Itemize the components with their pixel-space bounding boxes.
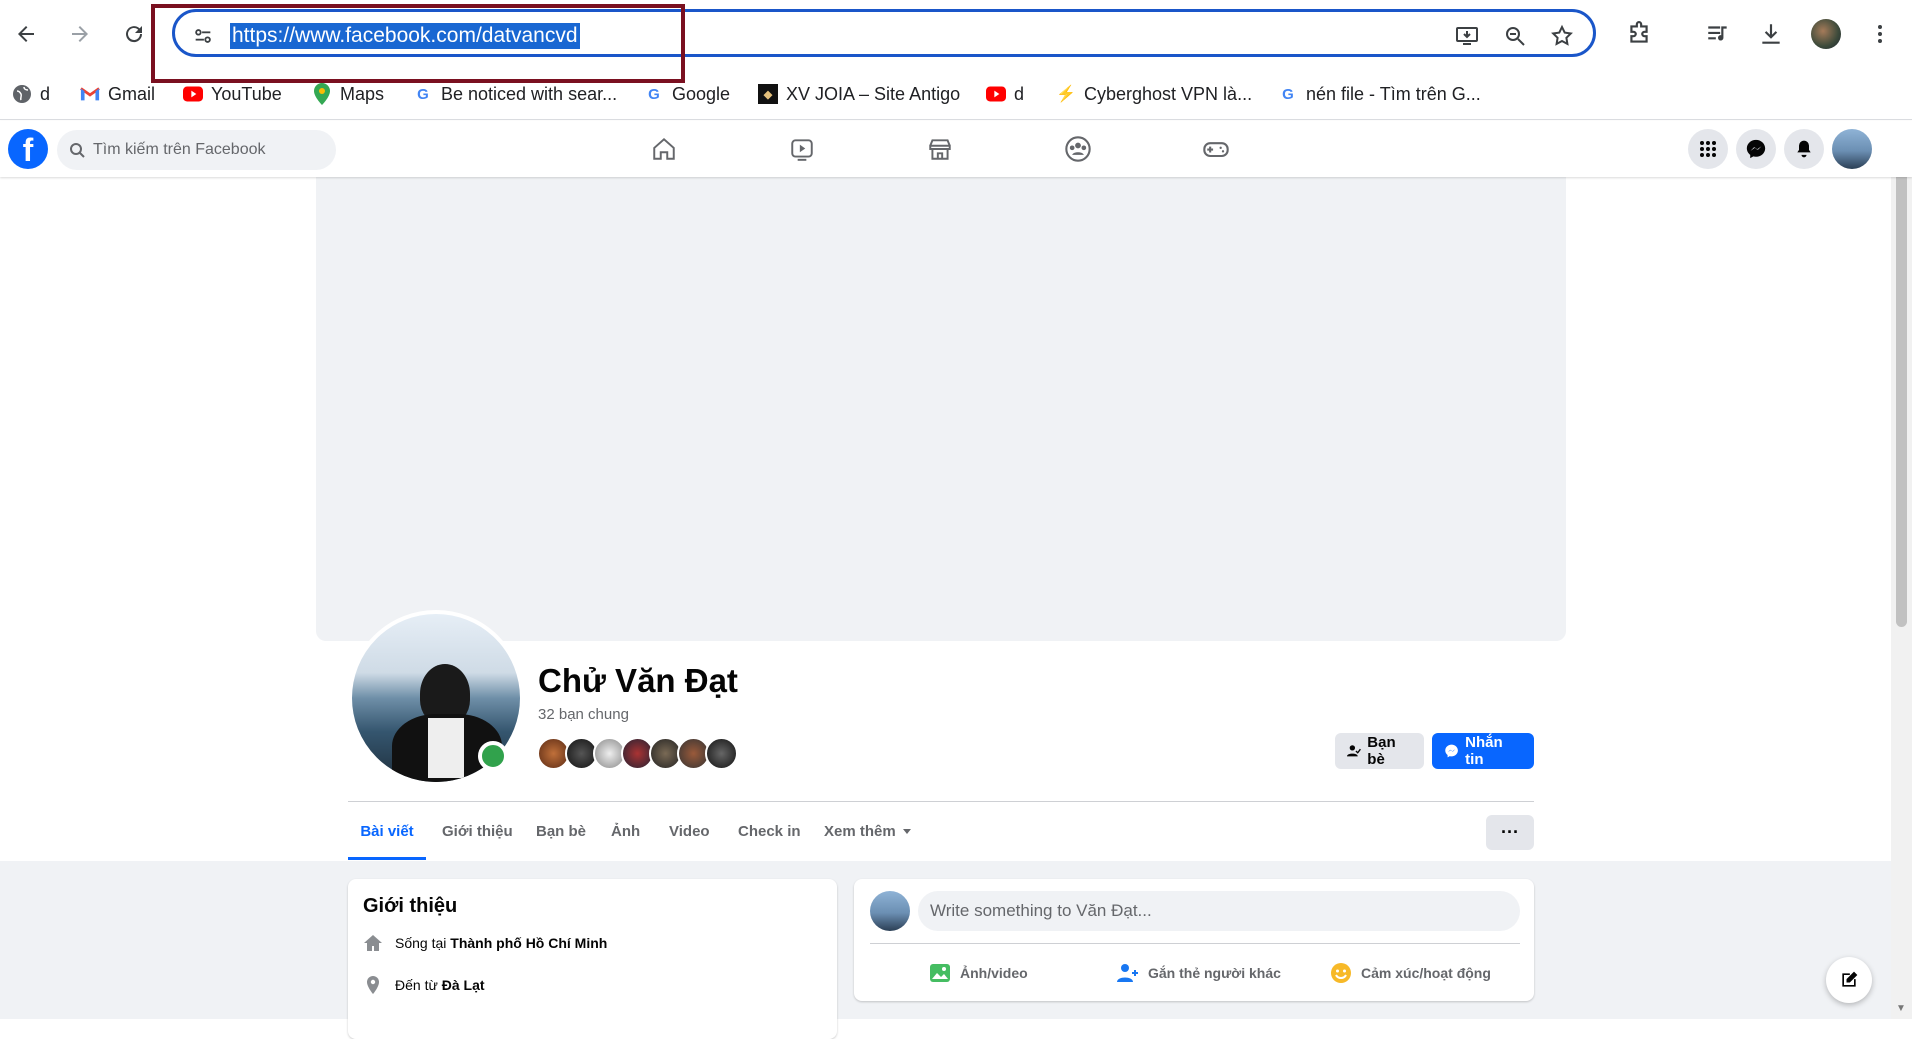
smiley-icon [1331, 963, 1351, 983]
tab-check-in[interactable]: Check in [738, 802, 801, 860]
intro-from: Đến từ Đà Lạt [363, 975, 485, 995]
downloads-icon[interactable] [1753, 16, 1789, 52]
maps-icon [312, 83, 332, 105]
forward-button[interactable] [60, 14, 100, 54]
messenger-button[interactable] [1736, 129, 1776, 169]
tab-friends[interactable]: Bạn bè [536, 802, 586, 860]
youtube-icon [183, 84, 203, 104]
cyberghost-icon: ⚡ [1056, 86, 1076, 103]
facebook-header: f Tìm kiếm trên Facebook [0, 121, 1912, 177]
arrow-left-icon [18, 26, 34, 42]
bell-icon [1797, 140, 1811, 158]
nav-watch[interactable] [784, 131, 820, 167]
photo-icon [930, 964, 950, 982]
bookmark-item[interactable]: Gmail [80, 78, 155, 110]
compose-icon [1842, 971, 1858, 987]
bookmark-star-icon[interactable] [1547, 21, 1577, 51]
intro-card: Giới thiệu Sống tại Thành phố Hồ Chí Min… [348, 879, 837, 1039]
zoom-icon[interactable] [1500, 21, 1530, 51]
intro-lives-in: Sống tại Thành phố Hồ Chí Minh [363, 933, 607, 953]
caret-down-icon [902, 829, 911, 834]
account-avatar[interactable] [1832, 129, 1872, 169]
ellipsis-icon: ··· [1501, 822, 1519, 842]
tab-posts[interactable]: Bài viết [348, 802, 426, 860]
online-status-dot [478, 741, 508, 771]
arrow-right-icon [72, 26, 88, 42]
bookmark-item[interactable]: G nén file - Tìm trên G... [1278, 78, 1481, 110]
youtube-icon [986, 84, 1006, 104]
tab-photos[interactable]: Ảnh [611, 802, 640, 860]
profile-divider [348, 801, 1534, 802]
groups-icon [1065, 136, 1091, 162]
new-message-button[interactable] [1826, 957, 1872, 1003]
extensions-icon[interactable] [1621, 16, 1657, 52]
facebook-search-input[interactable]: Tìm kiếm trên Facebook [57, 130, 336, 170]
bookmark-item[interactable]: ⚡ Cyberghost VPN là... [1056, 78, 1252, 110]
menu-button[interactable] [1688, 129, 1728, 169]
tag-people-icon [1117, 964, 1138, 982]
install-app-icon[interactable] [1452, 21, 1482, 51]
bookmark-item[interactable]: d [12, 78, 50, 110]
feeling-activity-button[interactable]: Cảm xúc/hoạt động [1329, 955, 1491, 991]
composer-avatar[interactable] [870, 891, 910, 931]
messenger-icon [1445, 744, 1458, 758]
gmail-icon [80, 84, 100, 104]
photo-video-button[interactable]: Ảnh/video [928, 955, 1028, 991]
reload-button[interactable] [114, 14, 154, 54]
location-pin-icon [367, 976, 379, 994]
nav-home[interactable] [646, 131, 682, 167]
nav-groups[interactable] [1060, 131, 1096, 167]
bookmark-item[interactable]: d [986, 78, 1024, 110]
friends-button[interactable]: Bạn bè [1335, 733, 1424, 769]
intro-title: Giới thiệu [363, 895, 458, 917]
tab-videos[interactable]: Video [669, 802, 710, 860]
message-button[interactable]: Nhắn tin [1432, 733, 1534, 769]
globe-icon [12, 84, 32, 104]
marketplace-icon [929, 139, 951, 160]
page-scrollbar[interactable]: ▲ ▼ [1891, 121, 1912, 1019]
gaming-icon [1203, 142, 1229, 158]
media-control-icon[interactable] [1700, 16, 1736, 52]
profile-avatar[interactable] [1808, 16, 1844, 52]
house-icon [364, 935, 382, 951]
friend-check-icon [1347, 745, 1361, 757]
back-button[interactable] [6, 14, 46, 54]
highlight-annotation [151, 4, 685, 83]
search-icon [69, 142, 85, 158]
nav-gaming[interactable] [1198, 131, 1234, 167]
site-icon: ◆ [758, 84, 778, 104]
tag-people-button[interactable]: Gắn thẻ người khác [1116, 955, 1281, 991]
messenger-icon [1746, 139, 1766, 159]
google-icon: G [1282, 85, 1294, 103]
google-icon: G [648, 85, 660, 103]
grid-menu-icon [1700, 141, 1716, 157]
mutual-friend-avatar[interactable] [705, 737, 738, 770]
more-options-button[interactable]: ··· [1486, 815, 1534, 850]
composer-input[interactable]: Write something to Văn Đạt... [918, 891, 1520, 931]
video-icon [791, 139, 813, 161]
facebook-logo[interactable]: f [8, 129, 48, 169]
scrollbar-thumb[interactable] [1896, 145, 1907, 627]
scroll-down-arrow[interactable]: ▼ [1896, 1003, 1906, 1014]
nav-marketplace[interactable] [922, 131, 958, 167]
profile-name: Chử Văn Đạt [538, 662, 738, 699]
home-icon [653, 137, 675, 160]
reload-icon [126, 26, 143, 43]
mutual-friends-count[interactable]: 32 bạn chung [538, 706, 629, 723]
tab-more[interactable]: Xem thêm [824, 802, 912, 860]
google-icon: G [417, 85, 429, 103]
bookmark-item[interactable]: ◆ XV JOIA – Site Antigo [758, 78, 960, 110]
tab-about[interactable]: Giới thiệu [442, 802, 513, 860]
post-composer-card: Write something to Văn Đạt... Ảnh/video … [854, 879, 1534, 1001]
menu-kebab-icon[interactable] [1862, 16, 1898, 52]
cover-photo[interactable] [316, 177, 1566, 641]
notifications-button[interactable] [1784, 129, 1824, 169]
